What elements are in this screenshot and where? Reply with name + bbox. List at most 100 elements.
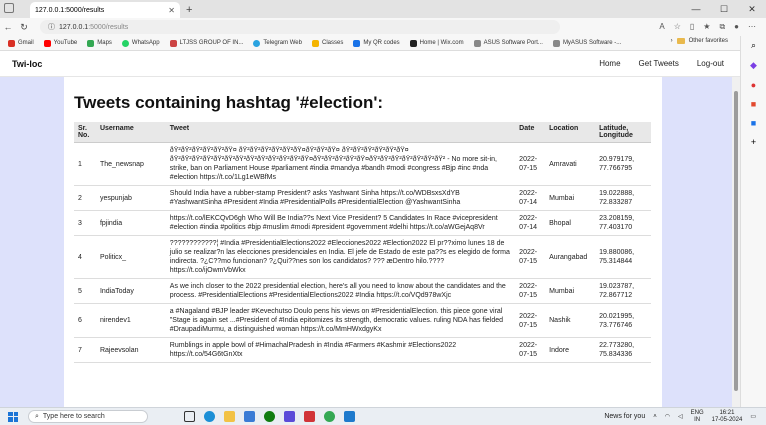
bookmarks-bar: Gmail YouTube Maps WhatsApp LTJSS GROUP … xyxy=(0,36,766,51)
media-icon[interactable] xyxy=(304,411,315,422)
volume-icon[interactable]: ◁ xyxy=(678,413,683,420)
outlook-icon[interactable]: ■ xyxy=(751,118,756,128)
workspaces-icon[interactable] xyxy=(4,3,14,13)
bookmark-asus-portal[interactable]: ASUS Software Port... xyxy=(473,39,543,47)
store-icon[interactable] xyxy=(244,411,255,422)
col-tweet: Tweet xyxy=(165,122,516,143)
refresh-icon[interactable]: ↻ xyxy=(16,22,32,33)
cell-date: 2022-07-15 xyxy=(515,235,546,279)
bookmark-ltjss[interactable]: LTJSS GROUP OF IN... xyxy=(169,39,243,47)
cell-tweet: Should India have a rubber-stamp Preside… xyxy=(165,185,516,211)
read-aloud-icon[interactable]: A xyxy=(659,22,664,32)
other-favorites[interactable]: › Other favorites xyxy=(671,38,728,44)
cell-location: Mumbai xyxy=(545,278,596,304)
nav-home[interactable]: Home xyxy=(599,59,620,68)
task-view-icon[interactable] xyxy=(184,411,195,422)
search-icon[interactable]: ⌕ xyxy=(751,40,756,51)
wifi-icon[interactable]: ◠ xyxy=(665,413,670,420)
table-row: 6 nirendev1 a #Nagaland #BJP leader #Kevec… xyxy=(74,303,651,338)
cell-tweet: ????????????¦ #India #PresidentialElecti… xyxy=(165,235,516,279)
page-title: Tweets containing hashtag '#election': xyxy=(74,93,384,112)
tray-chevron-icon[interactable]: ˄ xyxy=(653,414,657,420)
file-explorer-icon[interactable] xyxy=(224,411,235,422)
bookmark-telegram[interactable]: Telegram Web xyxy=(253,39,302,47)
split-screen-icon[interactable]: ▯ xyxy=(690,22,694,32)
favorite-star-icon[interactable]: ☆ xyxy=(674,22,681,32)
bookmark-classes[interactable]: Classes xyxy=(311,39,343,47)
cell-username: nirendev1 xyxy=(95,303,166,338)
cell-location: Mumbai xyxy=(545,185,596,211)
bookmark-wix[interactable]: Home | Wix.com xyxy=(409,39,464,47)
edge-sidebar: ⌕ ◆ ● ■ ■ + xyxy=(740,36,766,407)
system-tray: News for you ˄ ◠ ◁ ENG IN 16:21 17-05-2024… xyxy=(604,410,766,424)
add-icon[interactable]: + xyxy=(751,137,756,147)
close-window-icon[interactable]: ✕ xyxy=(738,0,766,18)
cell-username: yespunjab xyxy=(95,185,166,211)
page-scrollbar[interactable] xyxy=(732,77,740,407)
cell-date: 2022-07-14 xyxy=(515,185,546,211)
taskbar-search-input[interactable]: ⌕ Type here to search xyxy=(28,410,148,423)
table-row: 1 The_newsnap ðŸ²ðŸ²ðŸ²ðŸ²ðŸ²ðŸ¤ ðŸ²ðŸ²ðŸ²… xyxy=(74,142,651,186)
notifications-icon[interactable]: ▭ xyxy=(750,413,756,420)
bookmark-whatsapp[interactable]: WhatsApp xyxy=(121,39,160,47)
language-indicator[interactable]: ENG IN xyxy=(691,410,704,424)
app-navbar: Twi-loc Home Get Tweets Log-out xyxy=(0,51,740,77)
back-icon[interactable]: ← xyxy=(0,22,16,32)
table-row: 7 Rajeevsolan Rumblings in apple bowl of #… xyxy=(74,337,651,363)
cell-location: Bhopal xyxy=(545,210,596,236)
cell-sr: 1 xyxy=(74,142,96,186)
windows-start-icon[interactable] xyxy=(8,411,18,422)
cell-location: Indore xyxy=(545,337,596,363)
cell-tweet: a #Nagaland #BJP leader #Kevechutso Doul… xyxy=(165,303,516,338)
bookmark-maps[interactable]: Maps xyxy=(87,39,112,47)
shopping-icon[interactable]: ◆ xyxy=(750,60,757,71)
col-sr: Sr. No. xyxy=(74,122,96,143)
minimize-icon[interactable]: — xyxy=(682,0,710,18)
maximize-icon[interactable]: ☐ xyxy=(710,0,738,18)
xbox-icon[interactable] xyxy=(264,411,275,422)
bookmark-youtube[interactable]: YouTube xyxy=(43,39,77,47)
address-bar-row: ← ↻ ⓘ 127.0.0.1:5000/results A ☆ ▯ ★ ⧉ ●… xyxy=(0,18,766,36)
cell-username: fpjindia xyxy=(95,210,166,236)
bookmark-qr-codes[interactable]: My QR codes xyxy=(353,39,400,47)
nav-get-tweets[interactable]: Get Tweets xyxy=(639,59,679,68)
chevron-right-icon[interactable]: › xyxy=(671,38,673,44)
results-panel: Tweets containing hashtag '#election': S… xyxy=(64,77,662,407)
tools-icon[interactable]: ● xyxy=(751,80,756,90)
col-username: Username xyxy=(95,122,166,143)
tab-strip: 127.0.0.1:5000/results ✕ + — ☐ ✕ xyxy=(0,0,766,18)
edge-icon[interactable] xyxy=(204,411,215,422)
more-icon[interactable]: ⋯ xyxy=(748,22,756,32)
new-tab-icon[interactable]: + xyxy=(186,2,192,18)
tweets-table: Sr. No. Username Tweet Date Location Lat… xyxy=(74,122,651,363)
favorites-icon[interactable]: ★ xyxy=(703,22,710,32)
bookmark-myasus[interactable]: MyASUS Software -... xyxy=(552,39,621,47)
bookmark-gmail[interactable]: Gmail xyxy=(8,39,34,47)
app-icon[interactable] xyxy=(284,411,295,422)
scrollbar-thumb[interactable] xyxy=(734,91,738,391)
cell-date: 2022-07-14 xyxy=(515,210,546,236)
brand-logo[interactable]: Twi-loc xyxy=(12,59,42,69)
page-viewport: Twi-loc Home Get Tweets Log-out Tweets c… xyxy=(0,51,740,407)
nav-log-out[interactable]: Log-out xyxy=(697,59,724,68)
close-tab-icon[interactable]: ✕ xyxy=(168,6,175,15)
office-icon[interactable]: ■ xyxy=(751,99,756,109)
window-controls: — ☐ ✕ xyxy=(682,0,766,18)
clock[interactable]: 16:21 17-05-2024 xyxy=(712,410,743,424)
vscode-icon[interactable] xyxy=(344,411,355,422)
collections-icon[interactable]: ⧉ xyxy=(719,22,725,32)
cell-username: The_newsnap xyxy=(95,142,166,186)
news-widget[interactable]: News for you xyxy=(604,413,645,420)
cell-date: 2022-07-15 xyxy=(515,278,546,304)
browser-tab[interactable]: 127.0.0.1:5000/results ✕ xyxy=(30,2,180,18)
cell-date: 2022-07-15 xyxy=(515,337,546,363)
table-header-row: Sr. No. Username Tweet Date Location Lat… xyxy=(74,122,651,143)
taskbar-apps xyxy=(184,411,355,422)
cell-username: IndiaToday xyxy=(95,278,166,304)
col-date: Date xyxy=(515,122,546,143)
chrome-icon[interactable] xyxy=(324,411,335,422)
profile-icon[interactable]: ● xyxy=(734,22,739,32)
search-icon: ⌕ xyxy=(35,412,39,420)
url-field[interactable]: ⓘ 127.0.0.1:5000/results xyxy=(40,20,560,34)
cell-location: Nashik xyxy=(545,303,596,338)
